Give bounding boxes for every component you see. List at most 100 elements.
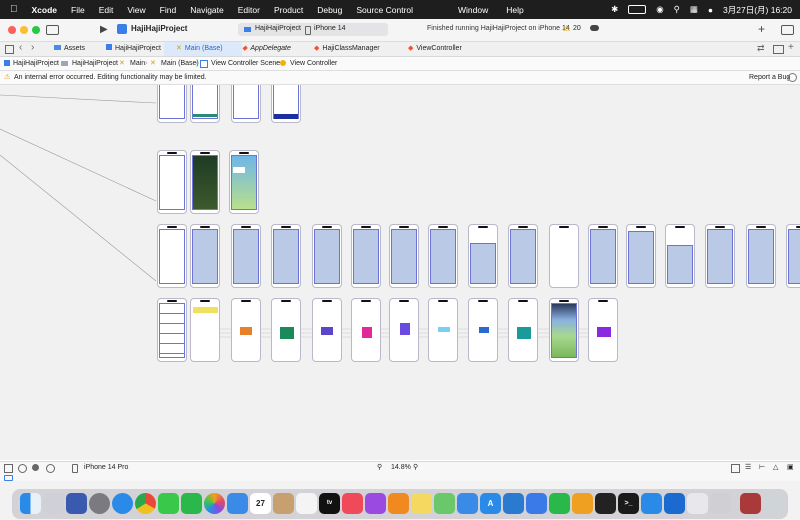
pages-icon[interactable] [572,493,593,514]
zoom-level[interactable]: 14.8% [391,462,411,474]
scene-thumbnail[interactable] [157,150,187,214]
scene-thumbnail[interactable] [588,298,618,362]
scene-thumbnail[interactable] [588,224,618,288]
breadcrumb-item[interactable]: View Controller Scene [211,57,280,70]
scene-thumbnail[interactable] [157,224,187,288]
menu-editor[interactable]: Editor [238,5,260,15]
safari-icon[interactable] [112,493,133,514]
add-icon[interactable]: + [758,22,765,36]
calendar-icon[interactable]: 27 [250,493,271,514]
finder-icon[interactable] [20,493,41,514]
scene-thumbnail[interactable] [468,298,498,362]
outline-toggle-icon[interactable] [4,464,13,473]
tab-hajiclassmanager[interactable]: ◆ HajiClassManager [302,42,408,56]
reminders-icon[interactable] [296,493,317,514]
storyboard-canvas[interactable] [0,85,800,460]
breadcrumb-item[interactable]: HajiHajiProject [72,57,118,70]
zoom-app-icon[interactable] [641,493,662,514]
scene-thumbnail[interactable] [705,224,735,288]
bluetooth-icon[interactable]: ✱ [611,4,618,15]
scene-thumbnail[interactable] [786,224,800,288]
mission-control-icon[interactable] [66,493,87,514]
wifi-icon[interactable]: ◉ [656,4,663,15]
minimize-button[interactable] [20,26,28,34]
keynote-icon[interactable] [526,493,547,514]
scene-thumbnail[interactable] [351,298,381,362]
scene-thumbnail[interactable] [549,224,579,288]
siri-icon[interactable]: ● [708,5,713,15]
photos-icon[interactable] [204,493,225,514]
accessibility-icon[interactable] [46,464,55,473]
align-icon[interactable]: ☰ [745,462,751,474]
scene-thumbnail[interactable] [468,224,498,288]
inspector-toggle-icon[interactable] [781,25,794,35]
apple-icon[interactable]:  [10,4,18,15]
scene-thumbnail[interactable] [231,298,261,362]
scene-thumbnail[interactable] [665,224,695,288]
menu-debug[interactable]: Debug [317,5,342,15]
facetime-icon[interactable] [181,493,202,514]
menu-app-name[interactable]: Xcode [32,5,58,15]
scene-thumbnail[interactable] [389,298,419,362]
menu-edit[interactable]: Edit [99,5,114,15]
notes-icon[interactable] [411,493,432,514]
scene-thumbnail[interactable] [231,224,261,288]
scene-thumbnail[interactable] [428,298,458,362]
scene-thumbnail[interactable] [271,85,301,123]
debug-toggle-icon[interactable] [4,475,13,481]
tv-icon[interactable]: tv [319,493,340,514]
device-config[interactable]: iPhone 14 Pro [84,462,128,474]
dark-mode-icon[interactable] [32,464,39,471]
scene-thumbnail[interactable] [271,298,301,362]
scene-thumbnail[interactable] [312,298,342,362]
add-editor-icon[interactable]: + [788,42,794,53]
script-editor-icon[interactable] [710,493,731,514]
menu-file[interactable]: File [71,5,85,15]
breadcrumb-item[interactable]: Main [130,57,145,70]
scheme-name[interactable]: HajiHajiProject [255,25,301,32]
control-center-icon[interactable]: ▦ [690,4,698,15]
scene-thumbnail[interactable] [190,85,220,123]
scene-thumbnail[interactable] [312,224,342,288]
breadcrumb-item[interactable]: HajiHajiProject [13,57,59,70]
app-store-icon[interactable]: A [480,493,501,514]
scene-thumbnail[interactable] [508,298,538,362]
preview-icon[interactable] [687,493,708,514]
menu-navigate[interactable]: Navigate [190,5,224,15]
menu-help[interactable]: Help [506,5,523,15]
music-icon[interactable] [342,493,363,514]
scene-thumbnail[interactable] [389,224,419,288]
pin-icon[interactable]: ⊢ [759,462,765,474]
chrome-icon[interactable] [135,493,156,514]
search-icon[interactable]: ⚲ [674,4,680,15]
embed-icon[interactable]: ▣ [787,462,794,474]
warning-count[interactable]: 20 [573,25,581,32]
breadcrumb-item[interactable]: Main (Base) [161,57,199,70]
zoom-in-icon[interactable]: ⚲ [413,462,418,474]
scene-thumbnail[interactable] [157,85,187,123]
launchpad-icon[interactable] [43,493,64,514]
close-button[interactable] [8,26,16,34]
podcasts-icon[interactable] [365,493,386,514]
trash-icon[interactable] [763,493,784,514]
menu-find[interactable]: Find [160,5,177,15]
forward-icon[interactable]: › [31,42,34,53]
update-frames-icon[interactable] [731,464,740,473]
breadcrumb-item[interactable]: View Controller [290,57,337,70]
scene-thumbnail[interactable] [549,298,579,362]
files-icon[interactable] [457,493,478,514]
tab-viewcontroller[interactable]: ◆ ViewController [396,42,488,56]
messages-icon[interactable] [158,493,179,514]
vscode-icon[interactable] [503,493,524,514]
scene-thumbnail[interactable] [190,224,220,288]
arrow-circle-icon[interactable] [788,73,797,82]
scene-thumbnail[interactable] [428,224,458,288]
sidebar-toggle-icon[interactable] [46,25,59,35]
scene-thumbnail[interactable] [271,224,301,288]
cloud-icon[interactable] [590,25,599,31]
xcode-icon[interactable] [664,493,685,514]
numbers-icon[interactable] [549,493,570,514]
settings-icon[interactable] [89,493,110,514]
menu-product[interactable]: Product [274,5,303,15]
terminal-icon[interactable]: >_ [618,493,639,514]
